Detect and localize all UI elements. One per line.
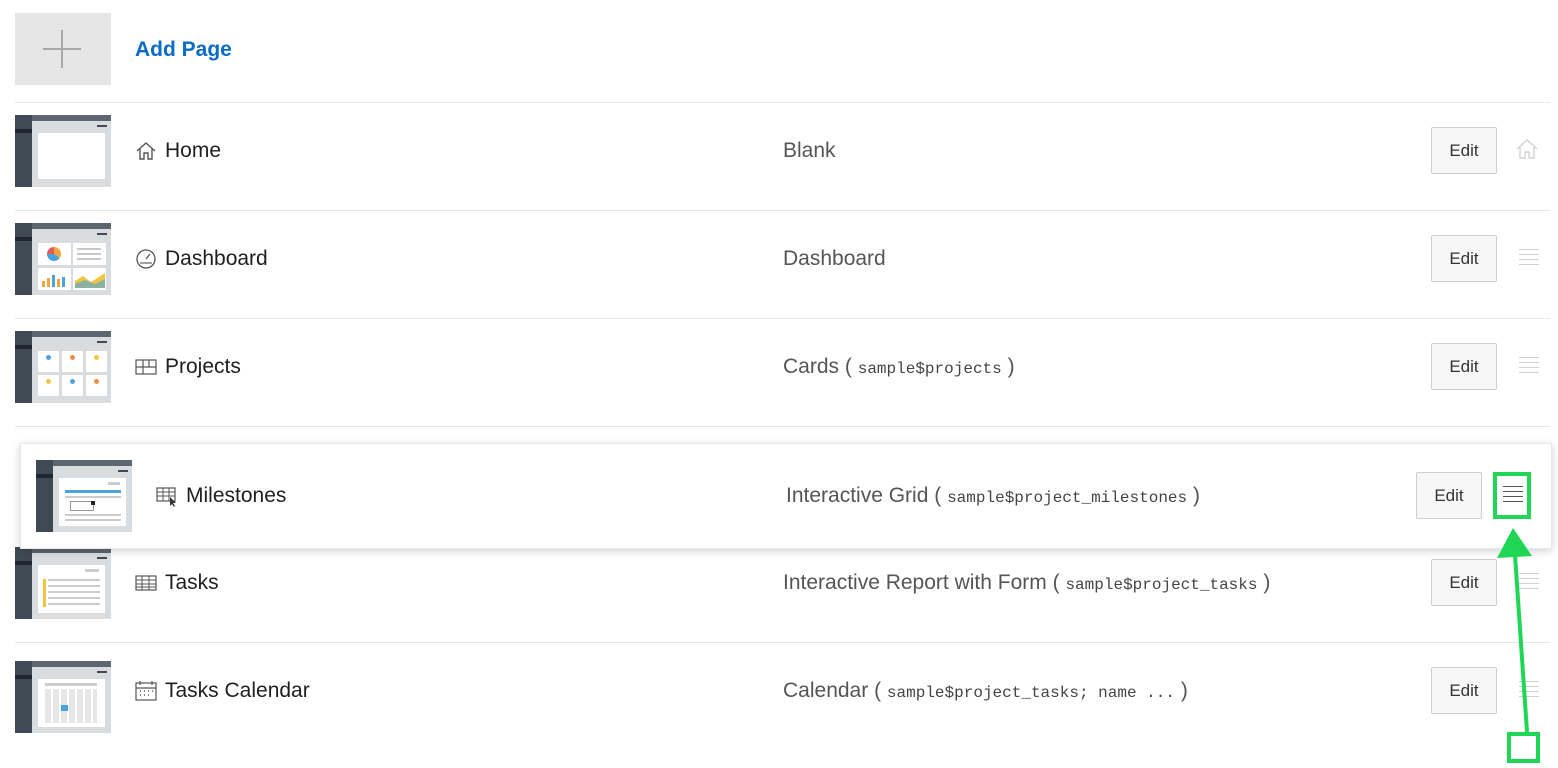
page-row-tasks[interactable]: Tasks Interactive Report with Form ( sam… [15,535,1550,643]
dashboard-gauge-icon [136,249,156,269]
page-type: Calendar ( sample$project_tasks; name ..… [783,679,1188,702]
cards-icon [135,359,157,375]
page-thumbnail-dashboard [15,223,111,295]
edit-button[interactable]: Edit [1431,667,1497,714]
page-row-milestones[interactable]: Milestones Interactive Grid ( sample$pro… [20,443,1552,549]
drag-handle-icon[interactable] [1519,681,1539,699]
page-type: Blank [783,139,836,162]
page-row-home: Home Blank Edit [15,103,1550,211]
page-type: Dashboard [783,247,886,270]
page-type: Cards ( sample$projects ) [783,355,1015,378]
drop-target-highlight [1507,732,1540,763]
edit-button[interactable]: Edit [1431,343,1497,390]
edit-button[interactable]: Edit [1431,235,1497,282]
edit-button[interactable]: Edit [1416,472,1482,519]
page-row-tasks-calendar[interactable]: Tasks Calendar Calendar ( sample$project… [15,643,1550,753]
page-thumbnail-report [15,547,111,619]
page-name: Dashboard [165,247,268,270]
page-name: Tasks Calendar [165,679,310,702]
page-source: sample$project_milestones [947,489,1188,507]
page-type: Interactive Report with Form ( sample$pr… [783,571,1271,594]
page-name: Home [165,139,222,162]
home-page-marker-icon [1516,139,1538,159]
page-thumbnail-cards [15,331,111,403]
edit-button[interactable]: Edit [1431,559,1497,606]
drag-handle-highlight [1493,472,1531,519]
page-thumbnail-calendar [15,661,111,733]
page-row-projects[interactable]: Projects Cards ( sample$projects ) Edit [15,319,1550,427]
page-source: sample$projects [857,360,1002,378]
home-icon [136,142,156,160]
page-name: Tasks [165,571,219,594]
calendar-icon [135,681,157,701]
add-page-row[interactable]: Add Page [15,13,1550,103]
page-source: sample$project_tasks; name ... [886,684,1175,702]
drag-handle-icon[interactable] [1519,357,1539,375]
page-type: Interactive Grid ( sample$project_milest… [786,484,1200,507]
page-thumbnail-blank [15,115,111,187]
page-row-dashboard[interactable]: Dashboard Dashboard Edit [15,211,1550,319]
page-name: Milestones [186,484,287,507]
report-table-icon [135,575,157,591]
page-source: sample$project_tasks [1065,576,1258,594]
edit-button[interactable]: Edit [1431,127,1497,174]
plus-icon[interactable] [15,13,111,85]
drag-handle-icon[interactable] [1519,249,1539,267]
drag-handle-icon[interactable] [1519,573,1539,591]
add-page-link[interactable]: Add Page [135,38,232,62]
page-thumbnail-grid [36,460,132,532]
interactive-grid-icon [156,487,176,507]
page-name: Projects [165,355,241,378]
